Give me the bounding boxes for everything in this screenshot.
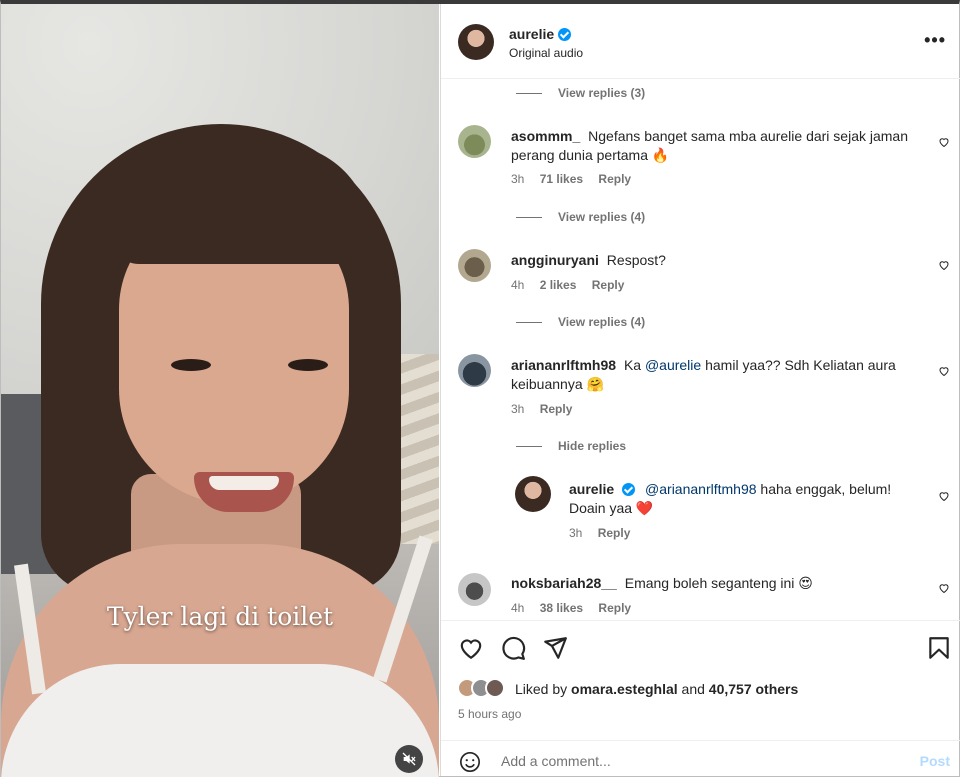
view-replies-label[interactable]: View replies (4)	[558, 315, 645, 329]
avatar[interactable]	[458, 249, 491, 282]
heart-icon[interactable]	[938, 136, 950, 148]
avatar[interactable]	[458, 354, 491, 387]
comment-text: noksbariah28__ Emang boleh seganteng ini…	[511, 574, 921, 593]
divider-line	[516, 217, 542, 219]
author-username-text[interactable]: aurelie	[509, 26, 554, 42]
author-username[interactable]: aurelie	[509, 26, 572, 42]
liked-by-and: and	[681, 681, 705, 697]
reply-button[interactable]: Reply	[598, 526, 631, 540]
heart-icon[interactable]	[938, 490, 950, 502]
reply-button[interactable]: Reply	[592, 278, 625, 292]
verified-badge-icon	[558, 28, 572, 41]
emoji-smile-icon[interactable]	[459, 751, 481, 773]
divider-line	[516, 322, 542, 324]
hide-replies-button[interactable]: Hide replies	[516, 439, 626, 453]
comment-likes[interactable]: 2 likes	[540, 278, 577, 292]
video-eye-right	[288, 359, 328, 371]
reply-meta: 3h Reply	[569, 526, 642, 540]
post-header: aurelie Original audio •••	[441, 4, 960, 79]
comment-text: ariananrlftmh98 Ka @aurelie hamil yaa?? …	[511, 356, 921, 394]
comment-body-rest: hamil yaa?? Sdh Keliatan aura	[705, 357, 896, 373]
reply-time: 3h	[569, 526, 583, 540]
avatar[interactable]	[515, 476, 551, 512]
avatar	[485, 678, 505, 698]
speaker-muted-icon[interactable]	[395, 745, 423, 773]
reply-text: aurelie @ariananrlftmh98 haha enggak, be…	[569, 480, 929, 518]
comment-bubble-icon[interactable]	[500, 635, 526, 661]
hide-replies-label[interactable]: Hide replies	[558, 439, 626, 453]
reply-username[interactable]: aurelie	[569, 481, 614, 497]
avatar[interactable]	[458, 125, 491, 158]
comment-meta: 3h Reply	[511, 402, 584, 416]
comment-text: asommm_ Ngefans banget sama mba aurelie …	[511, 127, 921, 165]
comment-input[interactable]	[501, 753, 901, 769]
liked-by-prefix: Liked by	[515, 681, 568, 697]
reply-button[interactable]: Reply	[598, 601, 631, 615]
comment-body: Respost?	[606, 252, 666, 268]
view-replies-button[interactable]: View replies (4)	[516, 210, 645, 224]
comments-list: View replies (3) asommm_ Ngefans banget …	[441, 80, 960, 620]
comment-body: Ka	[623, 357, 642, 373]
comment-body-line2: perang dunia pertama 🔥	[511, 147, 670, 163]
comment-likes[interactable]: 71 likes	[540, 172, 583, 186]
mention-link[interactable]: @ariananrlftmh98	[645, 481, 757, 497]
avatar[interactable]	[458, 573, 491, 606]
view-replies-button[interactable]: View replies (4)	[516, 315, 645, 329]
avatar[interactable]	[458, 24, 494, 60]
video-top	[1, 664, 439, 777]
video-bangs	[111, 144, 371, 264]
comment-meta: 3h 71 likes Reply	[511, 172, 643, 186]
heart-icon[interactable]	[458, 635, 484, 661]
divider-line	[516, 93, 542, 95]
video-teeth	[209, 476, 279, 490]
comment-username[interactable]: ariananrlftmh98	[511, 357, 616, 373]
post-button[interactable]: Post	[920, 753, 950, 769]
comment-body: Ngefans banget sama mba aurelie dari sej…	[588, 128, 909, 144]
likes-count[interactable]: 40,757 others	[709, 681, 799, 697]
liked-by-text: Liked by omara.esteghlal and 40,757 othe…	[515, 681, 798, 697]
comment-text: angginuryani Respost?	[511, 251, 921, 270]
reply-button[interactable]: Reply	[540, 402, 573, 416]
mention-link[interactable]: @aurelie	[645, 357, 701, 373]
comment-username[interactable]: angginuryani	[511, 252, 599, 268]
heart-icon[interactable]	[938, 259, 950, 271]
comment-likes[interactable]: 38 likes	[540, 601, 583, 615]
reply-body-line2: Doain yaa ❤️	[569, 500, 654, 516]
comment-username[interactable]: noksbariah28__	[511, 575, 617, 591]
post-side-panel: aurelie Original audio ••• View replies …	[440, 4, 960, 776]
video-caption: Tyler lagi di toilet	[106, 602, 334, 631]
send-icon[interactable]	[542, 635, 568, 661]
view-replies-label[interactable]: View replies (3)	[558, 86, 645, 100]
reply-body: haha enggak, belum!	[760, 481, 892, 497]
liked-by-avatars[interactable]	[457, 678, 513, 700]
comment-time: 4h	[511, 278, 525, 292]
comment-time: 4h	[511, 601, 525, 615]
view-replies-button[interactable]: View replies (3)	[516, 86, 645, 100]
verified-badge-icon	[622, 483, 636, 496]
video-eye-left	[171, 359, 211, 371]
more-horizontal-icon[interactable]: •••	[924, 30, 946, 51]
reel-video[interactable]: Tyler lagi di toilet	[1, 4, 439, 777]
post-actions: Liked by omara.esteghlal and 40,757 othe…	[441, 620, 960, 730]
audio-label[interactable]: Original audio	[509, 46, 583, 60]
comment-username[interactable]: asommm_	[511, 128, 580, 144]
add-comment-bar: Post	[441, 740, 960, 776]
post-time[interactable]: 5 hours ago	[458, 707, 521, 721]
comment-body-line2: keibuannya 🤗	[511, 376, 604, 392]
divider-line	[516, 446, 542, 448]
view-replies-label[interactable]: View replies (4)	[558, 210, 645, 224]
reply-button[interactable]: Reply	[598, 172, 631, 186]
comment-meta: 4h 38 likes Reply	[511, 601, 643, 615]
heart-icon[interactable]	[938, 582, 950, 594]
comment-time: 3h	[511, 172, 525, 186]
comment-meta: 4h 2 likes Reply	[511, 278, 636, 292]
liked-by-user[interactable]: omara.esteghlal	[571, 681, 678, 697]
heart-icon[interactable]	[938, 365, 950, 377]
bookmark-icon[interactable]	[926, 635, 952, 661]
comment-time: 3h	[511, 402, 525, 416]
comment-body: Emang boleh seganteng ini 😍	[624, 575, 813, 591]
